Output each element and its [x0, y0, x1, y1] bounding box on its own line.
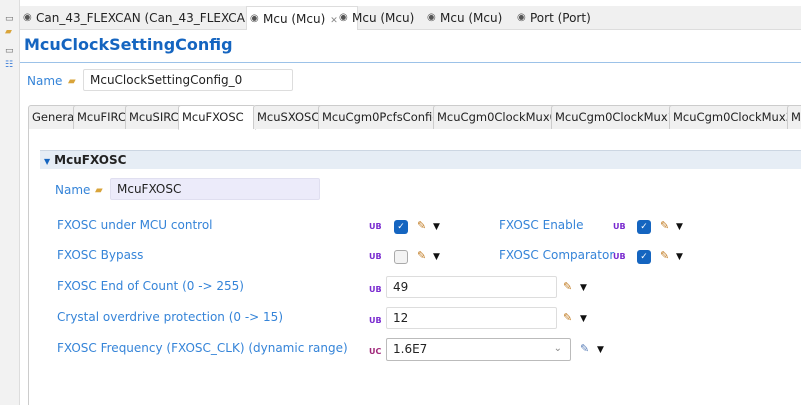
folder-icon[interactable]: ▰	[5, 27, 15, 37]
comparator-label: FXOSC Comparator	[499, 248, 615, 262]
under-mcu-label: FXOSC under MCU control	[57, 218, 213, 232]
enable-checkbox[interactable]: ✓	[637, 220, 651, 234]
tab-mcucgm0clockmux1[interactable]: McuCgm0ClockMux1	[551, 105, 679, 129]
ub-icon: UB	[613, 252, 626, 261]
ub-icon: UB	[369, 316, 382, 325]
overdrive-label: Crystal overdrive protection (0 -> 15)	[57, 310, 284, 324]
name-input[interactable]: McuClockSettingConfig_0	[83, 69, 293, 91]
editor-tabs: ◉ Can_43_FLEXCAN (Can_43_FLEXCAN) ◉ Mcu (M…	[20, 6, 801, 30]
left-toolbar: ▭ ▰ ▭ ☷	[0, 0, 20, 405]
tab-mcusxosc[interactable]: McuSXOSC	[253, 105, 324, 129]
collapse-icon[interactable]: ▼	[44, 157, 50, 166]
uc-icon: UC	[369, 347, 382, 356]
edit-icon[interactable]: ✎	[563, 280, 572, 293]
edit-icon[interactable]: ✎	[660, 219, 669, 232]
section-name-label: Name	[55, 183, 91, 197]
dropdown-arrow-icon[interactable]: ▼	[433, 222, 440, 232]
module-icon: ◉	[23, 12, 32, 23]
module-icon: ◉	[427, 12, 436, 23]
under-mcu-checkbox[interactable]: ✓	[394, 220, 408, 234]
dropdown-arrow-icon[interactable]: ▼	[676, 252, 683, 262]
enable-label: FXOSC Enable	[499, 218, 584, 232]
frequency-select[interactable]: 1.6E7 ⌄	[386, 338, 571, 361]
module-icon: ◉	[250, 13, 259, 24]
end-count-input[interactable]: 49	[386, 276, 557, 298]
editor-tab-port[interactable]: ◉ Port (Port)	[514, 6, 591, 30]
bypass-label: FXOSC Bypass	[57, 248, 144, 262]
edit-icon[interactable]: ✎	[417, 249, 426, 262]
module-icon: ◉	[339, 12, 348, 23]
editor-tab-can[interactable]: ◉ Can_43_FLEXCAN (Can_43_FLEXCAN)	[20, 6, 259, 30]
section-header[interactable]: ▼ McuFXOSC	[40, 150, 801, 169]
tab-content	[28, 129, 801, 405]
end-count-label: FXOSC End of Count (0 -> 255)	[57, 279, 244, 293]
frequency-label: FXOSC Frequency (FXOSC_CLK) (dynamic ran…	[57, 341, 348, 355]
ub-icon: UB	[369, 252, 382, 261]
ub-icon: UB	[369, 222, 382, 231]
title-divider	[20, 62, 801, 63]
calculated-edit-icon[interactable]: ✎	[580, 342, 589, 355]
edit-icon[interactable]: ✎	[660, 249, 669, 262]
section-name-input[interactable]: McuFXOSC	[110, 178, 320, 200]
tab-mcufxosc[interactable]: McuFXOSC	[178, 105, 256, 130]
editor-tab-mcu-3[interactable]: ◉ Mcu (Mcu)	[424, 6, 502, 30]
tab-mcucgm0clockmux0[interactable]: McuCgm0ClockMux0	[433, 105, 561, 129]
dropdown-arrow-icon[interactable]: ▼	[676, 222, 683, 232]
module-icon: ◉	[517, 12, 526, 23]
restore-icon[interactable]: ▭	[5, 14, 15, 24]
ub-icon: UB	[369, 285, 382, 294]
dropdown-arrow-icon[interactable]: ▼	[580, 283, 587, 293]
dropdown-arrow-icon[interactable]: ▼	[597, 345, 604, 355]
comparator-checkbox[interactable]: ✓	[637, 250, 651, 264]
outline-icon[interactable]: ☷	[5, 60, 15, 70]
chevron-down-icon[interactable]: ⌄	[554, 339, 562, 359]
name-label: Name	[27, 74, 63, 88]
tab-more[interactable]: M	[787, 105, 801, 129]
config-tabs: General McuFIRC McuSIRC McuFXOSC McuSXOS…	[28, 105, 801, 130]
bypass-checkbox[interactable]	[394, 250, 408, 264]
edit-icon[interactable]: ✎	[563, 311, 572, 324]
folder-icon: ▰	[95, 185, 103, 196]
tab-mcucgm0clockmux3[interactable]: McuCgm0ClockMux3	[669, 105, 797, 129]
folder-icon: ▰	[68, 76, 76, 87]
tab-mcusirc[interactable]: McuSIRC	[125, 105, 183, 129]
dropdown-arrow-icon[interactable]: ▼	[580, 314, 587, 324]
ub-icon: UB	[613, 222, 626, 231]
edit-icon[interactable]: ✎	[417, 219, 426, 232]
tab-mcufirc[interactable]: McuFIRC	[73, 105, 130, 129]
overdrive-input[interactable]: 12	[386, 307, 557, 329]
restore-icon[interactable]: ▭	[5, 46, 15, 56]
tab-mcucgm0pcfsconfig[interactable]: McuCgm0PcfsConfig	[318, 105, 444, 129]
page-title: McuClockSettingConfig	[24, 35, 233, 54]
dropdown-arrow-icon[interactable]: ▼	[433, 252, 440, 262]
editor-tab-mcu-2[interactable]: ◉ Mcu (Mcu)	[336, 6, 414, 30]
